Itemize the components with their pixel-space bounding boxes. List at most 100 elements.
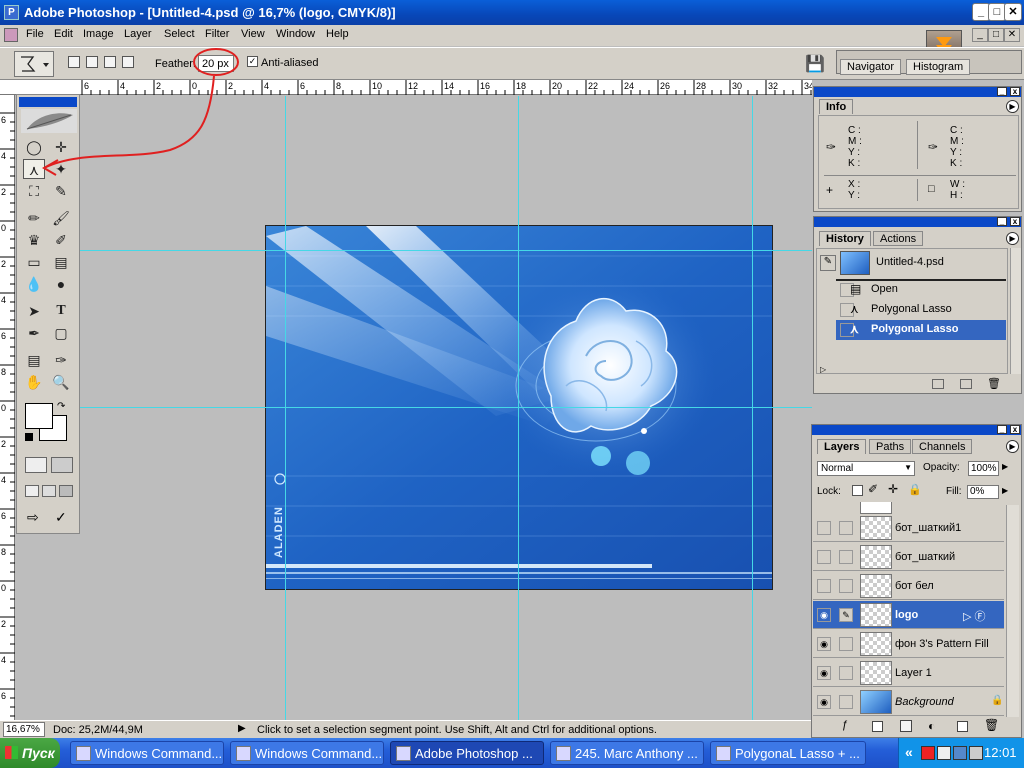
tray-volume-icon[interactable] xyxy=(969,746,983,760)
tab-paths[interactable]: Paths xyxy=(869,439,912,454)
taskbar-item[interactable]: 245. Marc Anthony ... xyxy=(550,741,704,765)
layer-set-icon[interactable] xyxy=(900,720,912,732)
layer-thumbnail[interactable] xyxy=(860,545,892,569)
taskbar-item-active[interactable]: Adobe Photoshop ... xyxy=(390,741,544,765)
doc-close-button[interactable]: ✕ xyxy=(1004,28,1020,42)
history-item[interactable]: ▤ Open xyxy=(836,280,1006,300)
dodge-tool-icon[interactable]: ● xyxy=(50,274,72,294)
zoom-tool-icon[interactable]: 🔍 xyxy=(50,372,72,392)
layer-thumbnail[interactable] xyxy=(860,690,892,714)
screen-mode-menubar-icon[interactable] xyxy=(42,485,56,497)
tray-expand-icon[interactable]: « xyxy=(905,744,913,760)
hand-tool-icon[interactable]: ✋ xyxy=(23,372,45,392)
type-tool-icon[interactable]: T xyxy=(50,301,72,321)
blur-tool-icon[interactable]: 💧 xyxy=(23,274,45,294)
edit-in-imageready-icon[interactable]: ✓ xyxy=(55,509,67,526)
jump-to-imageready-icon[interactable]: ⇨ xyxy=(27,509,39,526)
opacity-arrow-icon[interactable]: ▶ xyxy=(1002,462,1008,471)
pen-tool-icon[interactable]: ✒ xyxy=(23,323,45,343)
eraser-tool-icon[interactable]: ▭ xyxy=(23,252,45,272)
history-brush-source-icon[interactable]: ✎ xyxy=(820,255,836,271)
layer-thumbnail[interactable] xyxy=(860,574,892,598)
tab-channels[interactable]: Channels xyxy=(912,439,973,454)
fill-arrow-icon[interactable]: ▶ xyxy=(1002,486,1008,495)
layer-link-box[interactable] xyxy=(839,521,853,535)
history-state-slider-icon[interactable]: ▷ xyxy=(820,365,830,374)
layers-panel-menu-icon[interactable]: ▶ xyxy=(1006,440,1019,453)
info-panel-header[interactable] xyxy=(814,87,1021,97)
tab-actions[interactable]: Actions xyxy=(873,231,924,246)
gradient-tool-icon[interactable]: ▤ xyxy=(50,252,72,272)
zoom-level-field[interactable]: 16,67% xyxy=(3,722,45,737)
menu-filter[interactable]: Filter xyxy=(205,28,229,40)
info-panel-close-button[interactable]: x xyxy=(1010,87,1020,96)
layer-row[interactable]: бот_шаткий1 xyxy=(813,514,1004,542)
menu-image[interactable]: Image xyxy=(83,28,114,40)
layers-panel-minimize-button[interactable]: _ xyxy=(997,425,1007,434)
adjustment-layer-icon[interactable]: ◐ xyxy=(928,719,935,733)
guide-vertical[interactable] xyxy=(518,96,519,720)
notes-tool-icon[interactable]: ▤ xyxy=(23,350,45,370)
visibility-eye-icon[interactable] xyxy=(817,550,831,564)
history-panel-close-button[interactable]: x xyxy=(1010,217,1020,226)
history-snapshot-name[interactable]: Untitled-4.psd xyxy=(876,256,944,268)
new-document-from-state-icon[interactable] xyxy=(932,379,944,389)
taskbar-item[interactable]: Windows Command... xyxy=(70,741,224,765)
layers-panel-header[interactable] xyxy=(812,425,1021,435)
layer-row[interactable]: ◉ Background 🔒 xyxy=(813,688,1004,716)
layer-link-box[interactable] xyxy=(839,666,853,680)
info-panel-menu-icon[interactable]: ▶ xyxy=(1006,100,1019,113)
history-item[interactable]: ⋏ Polygonal Lasso xyxy=(836,300,1006,320)
shape-tool-icon[interactable]: ▢ xyxy=(50,323,72,343)
quick-mask-mode-icon[interactable] xyxy=(51,457,73,473)
healing-brush-tool-icon[interactable]: ✏ xyxy=(23,208,45,228)
layer-thumbnail[interactable] xyxy=(860,632,892,656)
visibility-eye-icon[interactable]: ◉ xyxy=(817,666,831,680)
menu-select[interactable]: Select xyxy=(164,28,195,40)
menu-help[interactable]: Help xyxy=(326,28,349,40)
tab-history[interactable]: History xyxy=(819,231,871,246)
history-panel-minimize-button[interactable]: _ xyxy=(997,217,1007,226)
layer-thumbnail[interactable] xyxy=(860,603,892,627)
tab-layers[interactable]: Layers xyxy=(817,439,867,454)
layer-row-selected[interactable]: ◉ ✎ logo ▷ Ⓕ xyxy=(813,601,1004,629)
layer-link-box[interactable] xyxy=(839,550,853,564)
delete-layer-trash-icon[interactable]: 🗑 xyxy=(984,718,999,732)
tray-antivirus-icon[interactable] xyxy=(921,746,935,760)
layer-style-icon[interactable]: ƒ xyxy=(842,719,848,731)
visibility-eye-icon[interactable] xyxy=(817,521,831,535)
tab-navigator[interactable]: Navigator xyxy=(840,59,902,75)
layer-thumbnail[interactable] xyxy=(860,516,892,540)
layer-link-box[interactable] xyxy=(839,695,853,709)
clone-stamp-tool-icon[interactable]: ♛ xyxy=(23,230,45,250)
layer-link-box[interactable] xyxy=(839,579,853,593)
lock-image-brush-icon[interactable]: ✐ xyxy=(868,482,878,496)
clock[interactable]: 12:01 xyxy=(984,745,1017,760)
layer-mask-icon[interactable] xyxy=(872,721,883,732)
new-snapshot-icon[interactable] xyxy=(960,379,972,389)
start-button[interactable]: Пуск xyxy=(0,738,60,768)
history-scrollbar[interactable] xyxy=(1010,248,1021,374)
history-panel-menu-icon[interactable]: ▶ xyxy=(1006,232,1019,245)
new-layer-icon[interactable] xyxy=(957,721,968,732)
tab-info[interactable]: Info xyxy=(819,99,854,114)
lock-all-icon[interactable]: 🔒 xyxy=(908,483,922,496)
standard-mode-icon[interactable] xyxy=(25,457,47,473)
menu-window[interactable]: Window xyxy=(276,28,315,40)
status-arrow-icon[interactable]: ▶ xyxy=(238,723,246,734)
taskbar-item[interactable]: Windows Command... xyxy=(230,741,384,765)
delete-state-trash-icon[interactable]: 🗑 xyxy=(987,377,1001,390)
paintbrush-icon[interactable]: ✎ xyxy=(839,608,853,622)
close-button[interactable]: ✕ xyxy=(1004,3,1022,21)
default-colors-icon[interactable] xyxy=(25,433,33,441)
screen-mode-standard-icon[interactable] xyxy=(25,485,39,497)
guide-vertical[interactable] xyxy=(285,96,286,720)
guide-horizontal[interactable] xyxy=(80,250,812,251)
tray-network-icon[interactable] xyxy=(937,746,951,760)
chevron-down-icon[interactable]: ▼ xyxy=(904,463,912,472)
guide-vertical[interactable] xyxy=(752,96,753,720)
layers-scrollbar[interactable] xyxy=(1006,505,1019,717)
doc-minimize-button[interactable]: _ xyxy=(972,28,988,42)
history-panel-header[interactable] xyxy=(814,217,1021,227)
lock-transparency-icon[interactable] xyxy=(852,485,863,496)
